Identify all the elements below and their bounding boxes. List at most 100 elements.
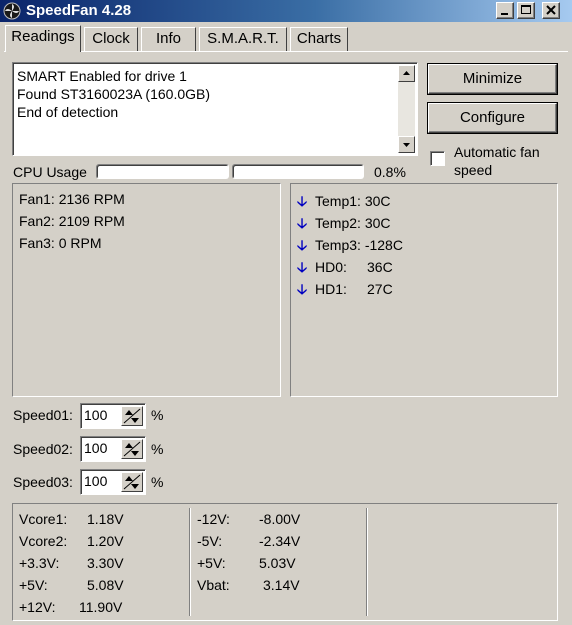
speed01-spin-buttons[interactable] <box>121 406 143 426</box>
voltage-name: Vcore2: <box>19 533 68 549</box>
voltage-value: -8.00V <box>259 511 301 527</box>
down-arrow-icon: 🡣 <box>297 215 308 231</box>
down-arrow-icon: 🡣 <box>297 281 308 297</box>
voltage-name: +12V: <box>19 599 56 615</box>
voltage-value: 3.30V <box>87 555 124 571</box>
speed02-stepper[interactable]: 100 <box>80 436 146 462</box>
voltage-row: +12V: 11.90V <box>19 599 122 615</box>
fan-reading: Fan1: 2136 RPM <box>19 191 125 207</box>
speed03-spin-buttons[interactable] <box>121 472 143 492</box>
speed01-label: Speed01: <box>13 407 73 423</box>
up-down-icon <box>123 474 141 490</box>
speed03-value[interactable]: 100 <box>84 473 107 489</box>
voltage-row: Vcore1: 1.18V <box>19 511 124 527</box>
temp-value: -128C <box>364 237 403 253</box>
speed02-unit: % <box>151 441 164 457</box>
arrow-up-icon <box>403 71 410 75</box>
speed01-unit: % <box>151 407 164 423</box>
down-arrow-icon: 🡣 <box>297 237 308 253</box>
voltage-name: +3.3V: <box>19 555 60 571</box>
speed01-value[interactable]: 100 <box>84 407 107 423</box>
speed03-unit: % <box>151 474 164 490</box>
temp-value: 27C <box>367 281 393 297</box>
voltage-name: -5V: <box>197 533 223 549</box>
voltage-row: Vcore2: 1.20V <box>19 533 124 549</box>
fan-reading: Fan3: 0 RPM <box>19 235 102 251</box>
voltage-value: 11.90V <box>79 599 123 615</box>
voltage-value: 1.18V <box>87 511 124 527</box>
minimize-button[interactable]: Minimize <box>428 64 557 94</box>
minimize-icon <box>501 13 508 15</box>
temp-name: HD1: <box>315 281 347 297</box>
speed02-spin-buttons[interactable] <box>121 439 143 459</box>
temp-row: 🡣 Temp1: 30C <box>297 191 391 215</box>
temp-name: Temp1: <box>315 193 361 209</box>
voltage-name: +5V: <box>19 577 48 593</box>
temp-row: 🡣 HD0: 36C <box>297 257 393 281</box>
voltage-value: 5.08V <box>87 577 124 593</box>
tab-clock[interactable]: Clock <box>84 27 138 51</box>
down-arrow-icon: 🡣 <box>297 193 308 209</box>
log-line: End of detection <box>17 104 119 120</box>
voltage-value: 5.03V <box>259 555 296 571</box>
log-line: SMART Enabled for drive 1 <box>17 68 187 84</box>
scroll-up-button[interactable] <box>398 65 415 82</box>
configure-button[interactable]: Configure <box>428 103 557 133</box>
voltage-row: +3.3V: 3.30V <box>19 555 124 571</box>
temp-value: 36C <box>367 259 393 275</box>
voltage-row: +5V: 5.08V <box>19 577 124 593</box>
auto-fan-checkbox[interactable] <box>430 151 445 166</box>
cpu-usage-bar-2 <box>232 164 364 179</box>
up-down-icon <box>123 408 141 424</box>
arrow-down-icon <box>403 143 410 147</box>
voltage-name: Vbat: <box>197 577 230 593</box>
voltages-panel: Vcore1: 1.18V Vcore2: 1.20V +3.3V: 3.30V +5… <box>12 503 558 621</box>
window-title: SpeedFan 4.28 <box>26 2 132 19</box>
title-bar[interactable]: SpeedFan 4.28 <box>0 0 572 22</box>
minimize-window-button[interactable] <box>496 2 514 19</box>
detection-log[interactable]: SMART Enabled for drive 1 Found ST316002… <box>12 62 418 156</box>
tab-readings[interactable]: Readings <box>5 25 81 52</box>
speedfan-icon <box>3 2 21 20</box>
temp-value: 30C <box>364 215 391 231</box>
temp-name: Temp3: <box>315 237 361 253</box>
fans-panel: Fan1: 2136 RPM Fan2: 2109 RPM Fan3: 0 RP… <box>12 183 281 397</box>
voltage-value: 1.20V <box>87 533 124 549</box>
column-divider <box>189 508 191 616</box>
speed02-label: Speed02: <box>13 441 73 457</box>
temp-row: 🡣 Temp3: -128C <box>297 235 403 259</box>
column-divider <box>366 508 368 616</box>
temp-name: HD0: <box>315 259 347 275</box>
log-line: Found ST3160023A (160.0GB) <box>17 86 211 102</box>
voltage-name: Vcore1: <box>19 511 68 527</box>
speed03-stepper[interactable]: 100 <box>80 469 146 495</box>
voltage-row: -12V: -8.00V <box>197 511 300 527</box>
temp-row: 🡣 HD1: 27C <box>297 279 393 303</box>
maximize-icon <box>521 5 531 14</box>
voltage-row: -5V: -2.34V <box>197 533 300 549</box>
voltage-row: Vbat: 3.14V <box>197 577 300 593</box>
close-icon <box>546 5 556 15</box>
maximize-window-button[interactable] <box>517 2 535 19</box>
fan-reading: Fan2: 2109 RPM <box>19 213 125 229</box>
log-scrollbar[interactable] <box>398 65 415 153</box>
cpu-usage-value: 0.8% <box>374 164 406 180</box>
voltage-name: -12V: <box>197 511 230 527</box>
cpu-usage-bar-1 <box>96 164 229 179</box>
tab-info[interactable]: Info <box>141 27 196 51</box>
cpu-usage-label: CPU Usage <box>13 164 87 180</box>
down-arrow-icon: 🡣 <box>297 259 308 275</box>
temps-panel: 🡣 Temp1: 30C 🡣 Temp2: 30C 🡣 Temp3: -128C 🡣 H… <box>290 183 558 397</box>
temp-name: Temp2: <box>315 215 361 231</box>
up-down-icon <box>123 441 141 457</box>
close-window-button[interactable] <box>542 2 560 19</box>
temp-row: 🡣 Temp2: 30C <box>297 213 391 237</box>
speed02-value[interactable]: 100 <box>84 440 107 456</box>
tab-smart[interactable]: S.M.A.R.T. <box>199 27 287 51</box>
voltage-value: -2.34V <box>259 533 301 549</box>
voltage-name: +5V: <box>197 555 226 571</box>
scroll-down-button[interactable] <box>398 136 415 153</box>
speed01-stepper[interactable]: 100 <box>80 403 146 429</box>
tab-charts[interactable]: Charts <box>290 27 348 51</box>
tab-panel-border <box>4 51 568 52</box>
